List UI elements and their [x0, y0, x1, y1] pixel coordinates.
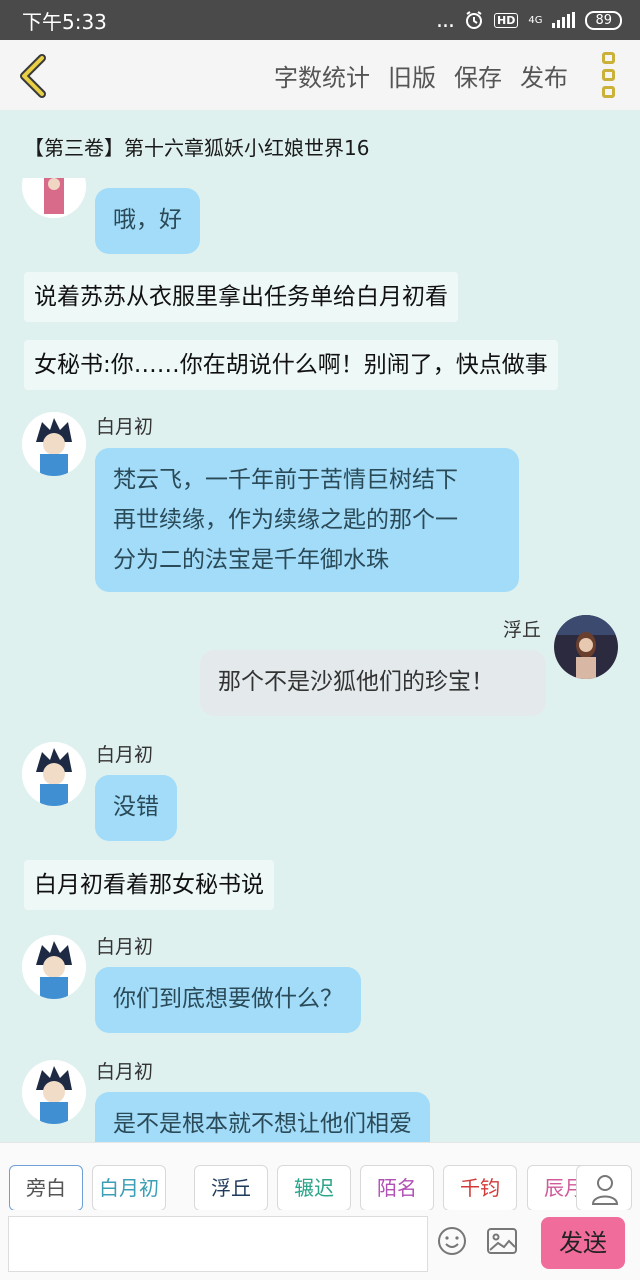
message-input-bar: 发送	[0, 1210, 640, 1280]
avatar-bai-yuechu[interactable]	[22, 412, 86, 476]
old-version-button[interactable]: 旧版	[388, 58, 436, 93]
editor-header: 字数统计 旧版 保存 发布	[0, 40, 640, 110]
message-bubble[interactable]: 梵云飞，一千年前于苦情巨树结下 再世续缘，作为续缘之匙的那个一 分为二的法宝是千…	[95, 448, 519, 592]
role-zhan-chi-tab[interactable]: 辗迟	[277, 1165, 351, 1210]
role-fu-qiu-tab[interactable]: 浮丘	[194, 1165, 268, 1210]
word-count-button[interactable]: 字数统计	[274, 58, 370, 93]
status-bar: 下午5:33 ... HD 4G 89	[0, 0, 640, 40]
role-qian-jun-tab[interactable]: 千钧	[443, 1165, 517, 1210]
avatar-bai-yuechu[interactable]	[22, 935, 86, 999]
speaker-name: 白月初	[96, 744, 154, 766]
signal-icon	[552, 12, 576, 28]
speaker-name: 浮丘	[503, 619, 542, 641]
message-line: 再世续缘，作为续缘之匙的那个一	[113, 507, 458, 533]
message-bubble[interactable]: 没错	[95, 775, 177, 841]
more-menu-icon[interactable]	[602, 52, 618, 98]
publish-button[interactable]: 发布	[520, 58, 568, 93]
status-icons: ... HD 4G 89	[436, 8, 622, 33]
status-time: 下午5:33	[22, 9, 107, 34]
narration-line[interactable]: 说着苏苏从衣服里拿出任务单给白月初看	[24, 272, 458, 322]
message-bubble[interactable]: 哦，好	[95, 188, 200, 254]
speaker-name: 白月初	[96, 416, 154, 438]
message-bubble[interactable]: 是不是根本就不想让他们相爱	[95, 1092, 430, 1142]
avatar-fu-qiu[interactable]	[554, 615, 618, 679]
network-label: 4G	[528, 14, 543, 26]
narration-line[interactable]: 女秘书:你……你在胡说什么啊！别闹了，快点做事	[24, 340, 558, 390]
narration-line[interactable]: 白月初看着那女秘书说	[24, 860, 274, 910]
battery-indicator: 89	[585, 10, 622, 30]
message-bubble[interactable]: 那个不是沙狐他们的珍宝！	[200, 650, 546, 716]
speaker-name: 白月初	[96, 1061, 154, 1083]
send-button[interactable]: 发送	[541, 1217, 625, 1269]
avatar-su[interactable]	[22, 178, 86, 218]
role-selector-bar: 旁白 白月初 浮丘 辗迟 陌名 千钧 辰月	[0, 1142, 640, 1210]
message-input[interactable]	[8, 1216, 428, 1272]
hd-badge: HD	[493, 12, 519, 28]
role-bai-yuechu-tab[interactable]: 白月初	[92, 1165, 166, 1210]
message-line: 分为二的法宝是千年御水珠	[113, 547, 389, 573]
header-actions: 字数统计 旧版 保存 发布	[274, 40, 568, 110]
alarm-icon	[465, 11, 482, 29]
speaker-name: 白月初	[96, 936, 154, 958]
role-mo-ming-tab[interactable]: 陌名	[360, 1165, 434, 1210]
avatar-bai-yuechu[interactable]	[22, 1060, 86, 1124]
back-arrow-icon[interactable]	[14, 54, 54, 98]
more-dots-icon: ...	[436, 7, 455, 33]
emoji-icon[interactable]	[437, 1226, 467, 1256]
chat-area[interactable]: 【第三卷】第十六章狐妖小红娘世界16 哦，好 说着苏苏从衣服里拿出任务单给白月初…	[0, 110, 640, 1142]
person-icon	[591, 1175, 619, 1205]
save-button[interactable]: 保存	[454, 58, 502, 93]
avatar-bai-yuechu[interactable]	[22, 742, 86, 806]
message-line: 梵云飞，一千年前于苦情巨树结下	[113, 467, 458, 493]
message-bubble[interactable]: 你们到底想要做什么？	[95, 967, 361, 1033]
character-manage-button[interactable]	[576, 1165, 632, 1210]
image-icon[interactable]	[486, 1226, 518, 1256]
role-narrator-tab[interactable]: 旁白	[9, 1165, 83, 1210]
chapter-title: 【第三卷】第十六章狐妖小红娘世界16	[24, 136, 370, 160]
